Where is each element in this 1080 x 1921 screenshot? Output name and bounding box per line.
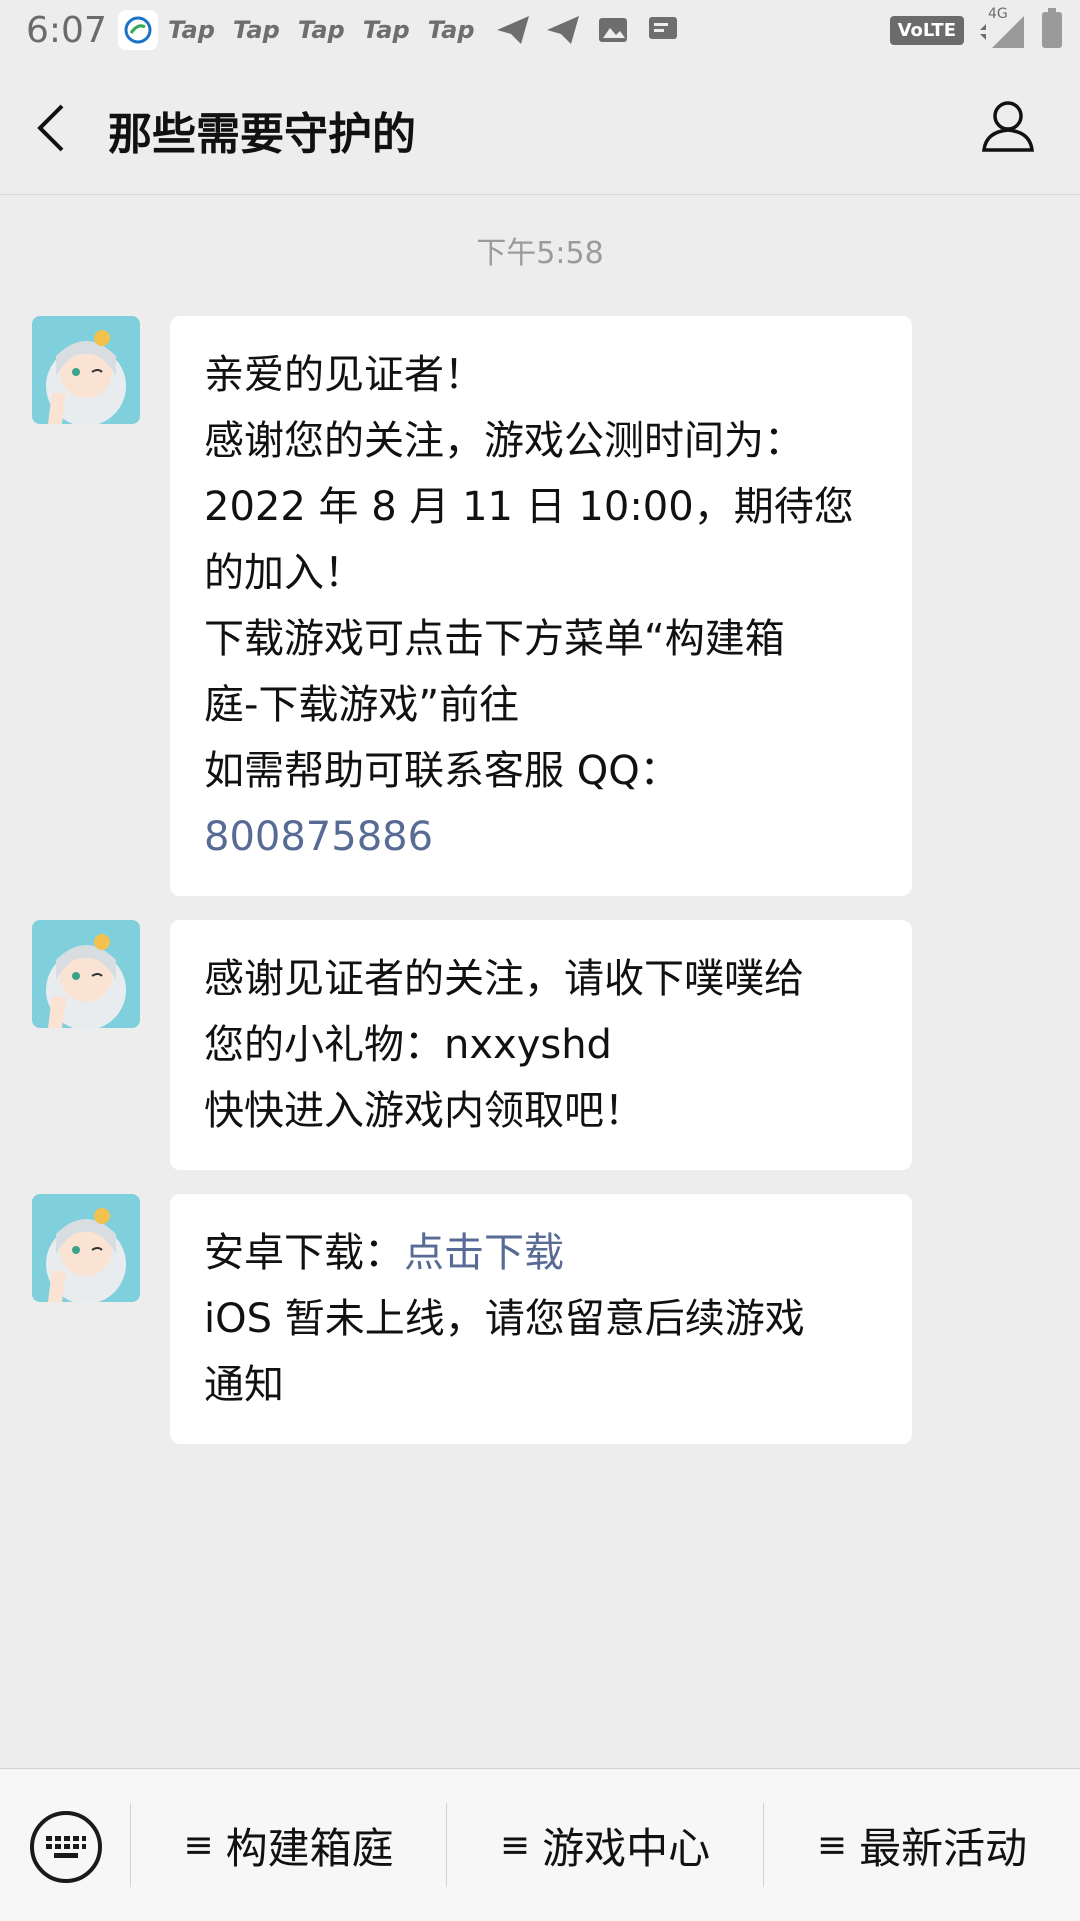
- menu-icon: ≡: [499, 1824, 531, 1866]
- message-line: 2022 年 8 月 11 日 10:00，期待您: [204, 484, 854, 530]
- message-line: 您的小礼物：nxxyshd: [204, 1022, 612, 1068]
- message-line: 安卓下载：点击下载: [204, 1220, 878, 1286]
- profile-button[interactable]: [980, 98, 1036, 154]
- page-title: 那些需要守护的: [108, 109, 416, 160]
- download-prefix: 安卓下载：: [204, 1230, 404, 1276]
- message-icon: [643, 10, 683, 50]
- volte-badge: VoLTE: [889, 15, 964, 45]
- send-icon: [493, 10, 533, 50]
- menu-item-label: 最新活动: [859, 1823, 1028, 1873]
- battery-icon: [1042, 8, 1062, 48]
- message-line: iOS 暂未上线，请您留意后续游戏: [204, 1296, 805, 1342]
- menu-item-label: 构建箱庭: [225, 1823, 394, 1873]
- message-line: 的加入！: [204, 550, 364, 596]
- keyboard-toggle-button[interactable]: [30, 1811, 102, 1883]
- back-button[interactable]: [28, 100, 78, 156]
- user-icon: [982, 101, 1034, 152]
- status-time: 6:07: [26, 10, 107, 51]
- taptap-icon: Tap: [362, 16, 410, 44]
- send-icon: [543, 10, 583, 50]
- menu-icon: ≡: [816, 1824, 848, 1866]
- message-line: 感谢您的关注，游戏公测时间为：: [204, 418, 804, 464]
- signal-icon: 4G: [978, 6, 1028, 50]
- avatar[interactable]: [32, 316, 140, 424]
- message-line: 庭-下载游戏”前往: [204, 682, 520, 728]
- system-icons: VoLTE 4G: [889, 6, 1062, 50]
- message-bubble: 亲爱的见证者！ 感谢您的关注，游戏公测时间为： 2022 年 8 月 11 日 …: [170, 316, 912, 896]
- message-bubble: 感谢见证者的关注，请收下噗噗给 您的小礼物：nxxyshd 快快进入游戏内领取吧…: [170, 920, 912, 1170]
- qq-number-link[interactable]: 800875886: [204, 804, 878, 870]
- taptap-icon: Tap: [168, 16, 215, 44]
- taptap-icon: Tap: [427, 16, 475, 44]
- message-line: 如需帮助可联系客服 QQ：: [204, 748, 680, 794]
- china-mobile-icon: [118, 10, 158, 50]
- message-bubble: 安卓下载：点击下载 iOS 暂未上线，请您留意后续游戏 通知: [170, 1194, 912, 1444]
- chevron-left-icon: [37, 104, 64, 152]
- message-line: 下载游戏可点击下方菜单“构建箱: [204, 616, 785, 662]
- menu-item-latest-events[interactable]: ≡ 最新活动: [764, 1813, 1080, 1877]
- taptap-icon: Tap: [297, 16, 345, 44]
- notification-icons: Tap Tap Tap Tap Tap: [118, 10, 683, 50]
- message-line: 亲爱的见证者！: [204, 352, 484, 398]
- avatar[interactable]: [32, 1194, 140, 1302]
- message-line: 感谢见证者的关注，请收下噗噗给: [204, 956, 804, 1002]
- download-link[interactable]: 点击下载: [404, 1230, 564, 1276]
- chat-header: 那些需要守护的: [0, 62, 1080, 195]
- bottom-menu: ≡ 构建箱庭 ≡ 游戏中心 ≡ 最新活动: [0, 1768, 1080, 1921]
- menu-item-game-center[interactable]: ≡ 游戏中心: [447, 1813, 763, 1877]
- status-bar: 6:07 Tap Tap Tap Tap Tap VoLTE 4G: [0, 0, 1080, 62]
- taptap-icon: Tap: [232, 16, 280, 44]
- menu-item-label: 游戏中心: [542, 1823, 711, 1873]
- message-line: 快快进入游戏内领取吧！: [204, 1088, 644, 1134]
- keyboard-icon: [46, 1836, 86, 1858]
- message-line: 通知: [204, 1362, 284, 1408]
- menu-icon: ≡: [183, 1824, 214, 1866]
- message-timestamp: 下午5:58: [476, 236, 604, 271]
- avatar[interactable]: [32, 920, 140, 1028]
- image-icon: [593, 10, 633, 50]
- menu-item-build-garden[interactable]: ≡ 构建箱庭: [131, 1813, 446, 1877]
